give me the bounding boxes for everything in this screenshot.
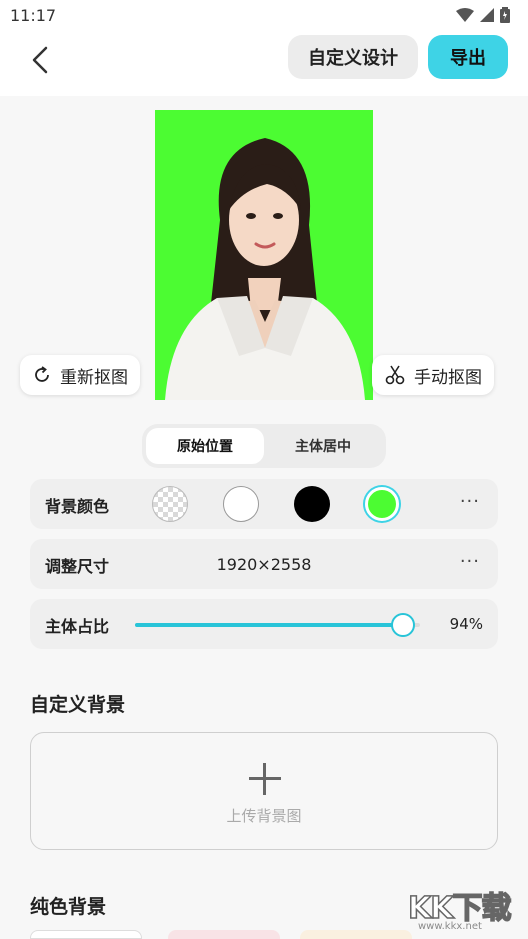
slider-thumb[interactable] (390, 613, 415, 637)
transparent-swatch[interactable] (152, 486, 188, 522)
more-colors-button[interactable]: ··· (460, 491, 480, 512)
subject-ratio-slider[interactable] (135, 613, 420, 637)
more-sizes-button[interactable]: ··· (460, 551, 480, 572)
redo-cutout-button[interactable]: 重新抠图 (20, 355, 140, 395)
position-toggle: 原始位置 主体居中 (142, 424, 386, 468)
background-color-row: 背景颜色 ··· (30, 479, 498, 529)
slider-fill (135, 623, 403, 627)
back-button[interactable] (22, 42, 58, 78)
center-subject-tab[interactable]: 主体居中 (264, 428, 382, 464)
signal-icon (480, 8, 494, 22)
scissors-icon (385, 365, 405, 385)
green-swatch[interactable] (365, 487, 399, 521)
portrait-image (165, 138, 365, 400)
white-swatch[interactable] (223, 486, 259, 522)
header: 自定义设计 导出 (0, 30, 528, 96)
solid-background-title: 纯色背景 (30, 896, 107, 918)
custom-design-button[interactable]: 自定义设计 (288, 35, 418, 79)
refresh-icon (35, 366, 49, 382)
solid-color-option[interactable] (30, 930, 142, 939)
watermark-url: www.kkx.net (418, 921, 482, 932)
status-icons (456, 7, 510, 23)
status-bar: 11:17 (0, 0, 528, 30)
wifi-icon (456, 8, 474, 22)
custom-background-title: 自定义背景 (30, 694, 126, 716)
solid-color-option[interactable] (168, 930, 280, 939)
upload-background-button[interactable]: 上传背景图 (30, 732, 498, 850)
photo-preview (155, 110, 373, 400)
subject-ratio-label: 主体占比 (45, 617, 110, 636)
battery-icon (500, 7, 510, 23)
status-time: 11:17 (10, 6, 57, 25)
manual-cutout-label: 手动抠图 (414, 367, 482, 388)
watermark: KK下载 www.kkx.net (407, 883, 528, 939)
redo-cutout-label: 重新抠图 (60, 367, 128, 388)
subject-ratio-row: 主体占比 94% (30, 599, 498, 649)
plus-icon (249, 763, 281, 795)
manual-cutout-button[interactable]: 手动抠图 (372, 355, 494, 395)
black-swatch[interactable] (294, 486, 330, 522)
size-value: 1920×2558 (216, 555, 312, 574)
solid-color-option[interactable] (300, 930, 412, 939)
chevron-left-icon (32, 46, 48, 74)
upload-background-label: 上传背景图 (226, 807, 302, 825)
original-position-tab[interactable]: 原始位置 (146, 428, 264, 464)
subject-ratio-value: 94% (449, 615, 483, 633)
background-color-label: 背景颜色 (45, 497, 110, 516)
export-button[interactable]: 导出 (428, 35, 508, 79)
size-row[interactable]: 调整尺寸 1920×2558 ··· (30, 539, 498, 589)
